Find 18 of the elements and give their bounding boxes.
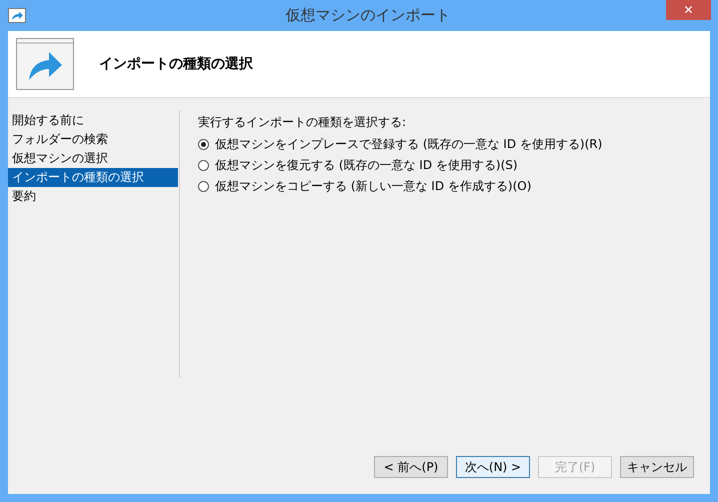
sidebar-item[interactable]: フォルダーの検索 [8, 130, 178, 149]
wizard-button[interactable]: < 前へ(P) [374, 456, 448, 478]
radio-label[interactable]: 仮想マシンを復元する (既存の一意な ID を使用する)(S) [215, 156, 518, 174]
sidebar-item[interactable]: 要約 [8, 187, 178, 206]
radio-label[interactable]: 仮想マシンをコピーする (新しい一意な ID を作成する)(O) [215, 178, 532, 194]
import-prompt: 実行するインポートの種類を選択する: [198, 114, 408, 131]
radio-button[interactable] [198, 138, 209, 150]
radio-button[interactable] [198, 180, 209, 192]
radio-button[interactable] [198, 160, 209, 170]
radio-label[interactable]: 仮想マシンをインプレースで登録する (既存の一意な ID を使用する)(R) [215, 136, 602, 152]
close-button[interactable]: ✕ [666, 0, 711, 20]
wizard-button[interactable]: キャンセル [620, 456, 694, 478]
page-title: インポートの種類の選択 [99, 55, 253, 73]
window-title: 仮想マシンのインポート [286, 6, 450, 25]
sidebar-item[interactable]: 仮想マシンの選択 [8, 149, 178, 168]
sidebar-item[interactable]: 開始する前に [8, 111, 178, 130]
sidebar-item[interactable]: インポートの種類の選択 [8, 168, 178, 187]
wizard-button[interactable]: 次へ(N) > [456, 456, 530, 478]
